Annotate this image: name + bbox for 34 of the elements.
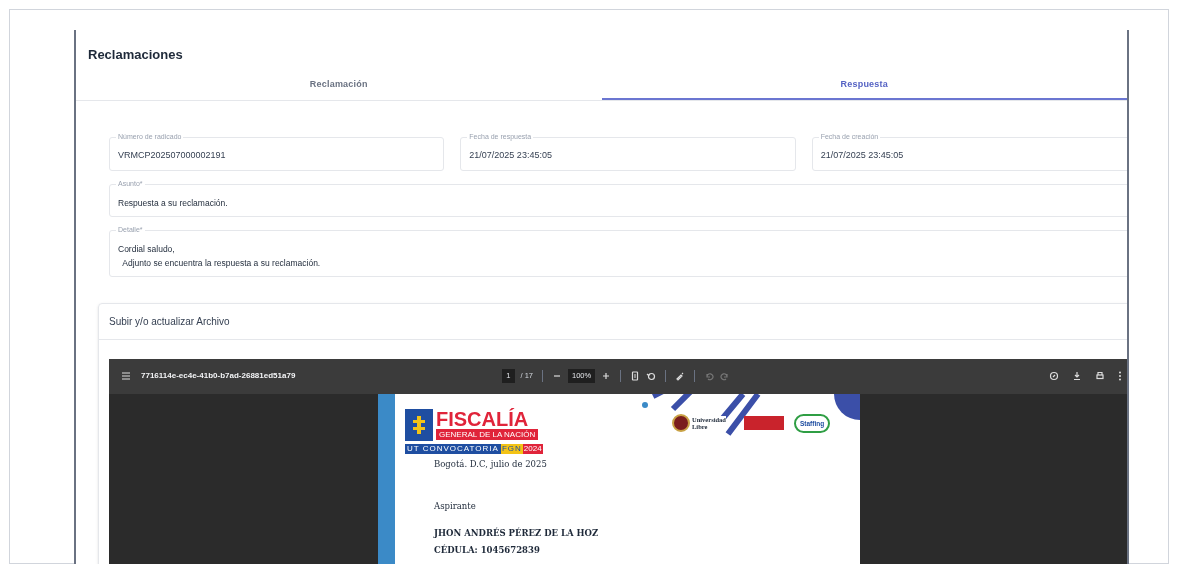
logo-band: UT CONVOCATORIA [405, 443, 501, 454]
emblem-drawing [743, 416, 784, 431]
logo-name: FISCALÍA [436, 408, 530, 429]
pen-icon[interactable] [675, 371, 686, 381]
card-title: Subir y/o actualizar Archivo [99, 303, 1127, 340]
logo-band-code: FGN [500, 443, 523, 454]
page-title: Reclamaciones [87, 46, 183, 64]
more-options-icon[interactable] [1118, 371, 1122, 381]
page-fit-icon[interactable] [630, 371, 641, 381]
menu-icon[interactable] [121, 371, 131, 381]
logo-subtitle: GENERAL DE LA NACIÓN [436, 428, 539, 440]
file-name: 7716114e-ec4e-41b0-b7ad-26881ed51a79 [141, 370, 296, 382]
redo-icon[interactable] [720, 371, 731, 381]
print-icon[interactable] [1095, 371, 1105, 381]
field-value: 21/07/2025 23:45:05 [469, 148, 553, 162]
seal-icon [672, 414, 690, 433]
undo-icon[interactable] [704, 371, 715, 381]
shield-icon [405, 408, 433, 441]
text-line: Respuesta a su reclamación. [118, 196, 229, 210]
letter-text: Bogotá. D.C, julio de 2025 [434, 457, 548, 471]
annotation-icon[interactable] [1049, 371, 1059, 381]
rotate-icon[interactable] [646, 371, 657, 381]
field-value: VRMCP202507000002191 [118, 148, 227, 162]
text-line: Cordial saludo, [118, 242, 176, 256]
zoom-in-icon[interactable] [601, 371, 612, 381]
text-line: Adjunto se encuentra la respuesta a su reclamación. [121, 256, 322, 270]
tab[interactable]: Reclamación [76, 72, 602, 100]
field-value: 21/07/2025 23:45:05 [820, 148, 905, 162]
logo-band-year: 2024 [522, 443, 543, 454]
download-icon[interactable] [1072, 371, 1082, 381]
letter-text: Aspirante [434, 500, 477, 513]
tab[interactable]: Respuesta [601, 72, 1127, 100]
letter-text: JHON ANDRÉS PÉREZ DE LA HOZ [434, 527, 600, 540]
letter-text: CÉDULA: 1045672839 [434, 543, 541, 557]
